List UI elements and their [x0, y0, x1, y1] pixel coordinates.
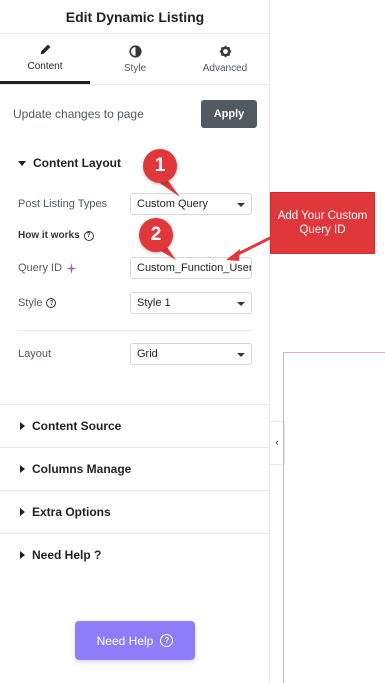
layout-label: Layout: [18, 348, 51, 360]
query-id-label: Query ID: [18, 262, 78, 274]
tab-style-label: Style: [123, 62, 147, 74]
gear-icon: [219, 45, 231, 57]
select-arrow-icon: [237, 203, 245, 207]
query-id-text: Query ID: [18, 262, 63, 274]
section-need-help[interactable]: Need Help ?: [18, 548, 101, 562]
style-value: Style 1: [137, 297, 171, 309]
section-content-layout[interactable]: Content Layout: [18, 156, 121, 170]
update-changes-text: Update changes to page: [13, 107, 144, 121]
divider: [18, 330, 252, 331]
divider: [0, 533, 270, 534]
need-help-label: Need Help: [96, 633, 154, 648]
annotation-callout: Add Your Custom Query ID: [270, 192, 375, 254]
section-content-source-title: Content Source: [32, 419, 122, 433]
section-extra-options[interactable]: Extra Options: [18, 505, 111, 519]
divider: [0, 490, 270, 491]
apply-button[interactable]: Apply: [201, 100, 257, 128]
layout-text: Layout: [18, 348, 52, 360]
section-content-layout-title: Content Layout: [33, 156, 121, 170]
how-it-works-label: How it works ?: [18, 230, 94, 241]
divider: [0, 447, 270, 448]
section-content-source[interactable]: Content Source: [18, 419, 121, 433]
layout-value: Grid: [137, 348, 158, 360]
section-columns-manage[interactable]: Columns Manage: [18, 462, 131, 476]
caret-right-icon: [20, 465, 25, 473]
post-listing-types-value: Custom Query: [137, 198, 208, 210]
question-circle-icon: ?: [160, 634, 174, 647]
panel-tabs: Content Style Advanced: [0, 34, 270, 85]
layout-select[interactable]: Grid: [130, 343, 252, 365]
preview-canvas-frame: [283, 352, 385, 683]
tab-content[interactable]: Content: [0, 34, 90, 84]
post-listing-types-text: Post Listing Types: [18, 198, 108, 210]
editor-panel: Edit Dynamic Listing Content Style Advan…: [0, 0, 270, 683]
caret-right-icon: [20, 551, 25, 559]
tab-advanced-label: Advanced: [202, 62, 248, 74]
style-select[interactable]: Style 1: [130, 292, 252, 314]
tab-content-label: Content: [27, 61, 63, 72]
caret-right-icon: [20, 508, 25, 516]
annotation-marker-2: 2: [139, 218, 173, 252]
tab-advanced[interactable]: Advanced: [180, 34, 270, 84]
caret-down-icon: [18, 160, 26, 166]
annotation-marker-1: 1: [143, 149, 177, 183]
post-listing-types-select[interactable]: Custom Query: [130, 193, 252, 215]
tab-style[interactable]: Style: [90, 34, 180, 84]
section-extra-options-title: Extra Options: [32, 505, 111, 519]
select-arrow-icon: [237, 353, 245, 357]
update-row: Update changes to page Apply: [13, 100, 257, 128]
ai-sparkle-icon[interactable]: [66, 262, 78, 274]
divider: [0, 404, 270, 405]
how-it-works-text: How it works: [18, 230, 80, 241]
panel-title: Edit Dynamic Listing: [0, 0, 270, 34]
pencil-icon: [40, 44, 50, 55]
contrast-icon: [128, 44, 142, 58]
style-text: Style: [18, 297, 43, 309]
query-id-input[interactable]: Custom_Function_User: [130, 257, 252, 279]
section-need-help-title: Need Help ?: [32, 548, 102, 562]
select-arrow-icon: [237, 302, 245, 306]
chevron-left-icon: ‹: [275, 437, 279, 449]
help-circle-icon[interactable]: ?: [83, 230, 94, 241]
post-listing-types-label: Post Listing Types: [18, 198, 107, 210]
section-columns-manage-title: Columns Manage: [32, 462, 132, 476]
need-help-button[interactable]: Need Help ?: [75, 621, 195, 660]
help-circle-icon[interactable]: ?: [46, 298, 57, 308]
style-label: Style ?: [18, 297, 57, 309]
caret-right-icon: [20, 422, 25, 430]
